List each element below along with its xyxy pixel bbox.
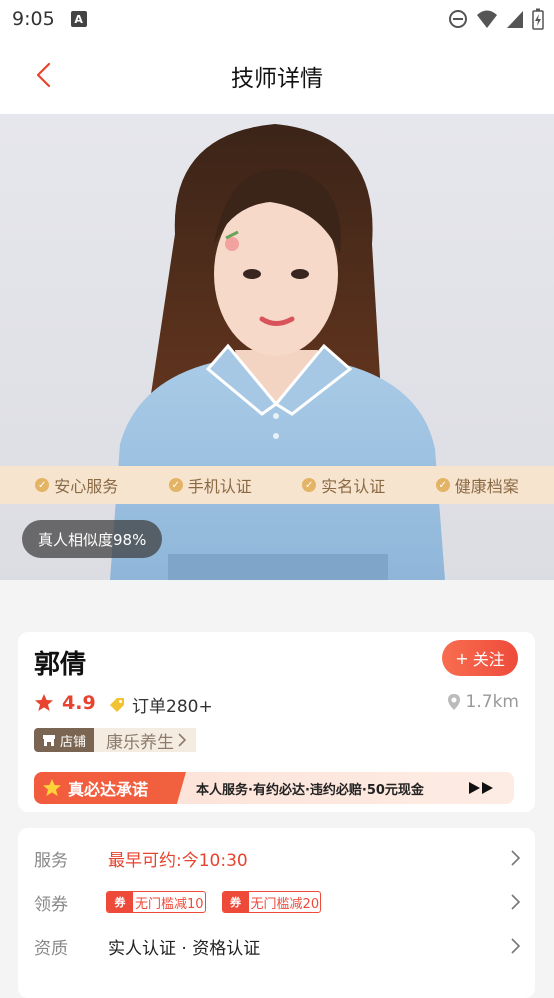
check-icon: ✓ — [302, 478, 317, 492]
qualification-label: 资质 — [34, 938, 68, 959]
status-time: 9:05 — [12, 8, 55, 30]
earliest-time: 最早可约:今10:30 — [108, 850, 248, 871]
check-icon: ✓ — [168, 478, 183, 492]
technician-photo[interactable]: 真人相似度98% — [0, 114, 554, 580]
status-bar: 9:05 A — [0, 0, 554, 38]
nav-bar: 技师详情 — [0, 38, 554, 114]
status-icons — [448, 8, 544, 30]
fast-forward-icon — [469, 782, 493, 794]
service-label: 服务 — [34, 850, 68, 871]
qualification-row[interactable]: 资质 实人认证 · 资格认证 — [18, 924, 535, 968]
badge-health-record: ✓ 健康档案 — [435, 473, 519, 497]
promise-banner[interactable]: 真必达承诺 本人服务·有约必达·违约必赔·50元现金 — [34, 772, 514, 804]
distance: 1.7km — [447, 692, 519, 712]
badge-id-verified: ✓ 实名认证 — [302, 473, 385, 497]
notification-a-icon: A — [70, 11, 87, 27]
do-not-disturb-icon — [449, 10, 467, 28]
store-icon — [43, 734, 55, 746]
shop-tag: 店铺 — [34, 728, 95, 752]
tag-icon — [110, 697, 124, 712]
page-title: 技师详情 — [231, 66, 323, 92]
trust-badges: ✓ 安心服务 ✓ 手机认证 ✓ 实名认证 ✓ 健康档案 — [0, 466, 554, 504]
technician-name: 郭倩 — [34, 650, 87, 680]
coupon-label: 领券 — [34, 894, 68, 915]
coupon-row[interactable]: 领券 券无门槛减10 券无门槛减20 — [18, 880, 535, 924]
back-arrow-icon[interactable] — [30, 60, 60, 90]
coupon-item[interactable]: 券无门槛减20 — [221, 891, 322, 913]
chevron-right-icon — [178, 733, 187, 747]
shop-link[interactable]: 店铺 康乐养生 — [34, 728, 197, 753]
gold-star-icon — [43, 779, 61, 796]
badge-phone-verified: ✓ 手机认证 — [168, 473, 252, 497]
check-icon: ✓ — [35, 478, 50, 492]
location-pin-icon — [447, 694, 460, 710]
chevron-right-icon — [511, 850, 521, 866]
similarity-badge: 真人相似度98% — [22, 520, 163, 558]
order-count: 订单280+ — [108, 692, 213, 717]
chevron-right-icon — [511, 938, 521, 954]
rating-score: 4.9 — [62, 692, 96, 714]
rating: 4.9 — [34, 692, 96, 714]
portrait-illustration — [110, 124, 445, 580]
promise-text: 本人服务·有约必达·违约必赔·50元现金 — [196, 782, 424, 798]
check-icon: ✓ — [435, 478, 450, 492]
profile-card: 郭倩 + 关注 4.9 订单280+ 1.7km 店铺 康乐养生 真必达承诺 本人… — [18, 632, 535, 812]
plus-icon: + — [455, 648, 469, 668]
shop-name: 康乐养生 — [94, 728, 197, 753]
promise-title: 真必达承诺 — [34, 772, 186, 804]
badge-safe-service: ✓ 安心服务 — [35, 473, 118, 497]
follow-button[interactable]: + 关注 — [442, 640, 518, 676]
signal-icon — [507, 11, 523, 28]
star-icon — [35, 694, 53, 711]
qualification-value: 实人认证 · 资格认证 — [108, 938, 261, 959]
chevron-right-icon — [511, 894, 521, 910]
service-row[interactable]: 服务 最早可约:今10:30 — [18, 836, 535, 880]
details-card: 服务 最早可约:今10:30 领券 券无门槛减10 券无门槛减20 资质 实人认… — [18, 828, 535, 998]
battery-icon — [532, 8, 544, 30]
coupon-item[interactable]: 券无门槛减10 — [106, 891, 206, 913]
coupon-list: 券无门槛减10 券无门槛减20 — [106, 891, 322, 913]
wifi-icon — [477, 10, 497, 28]
